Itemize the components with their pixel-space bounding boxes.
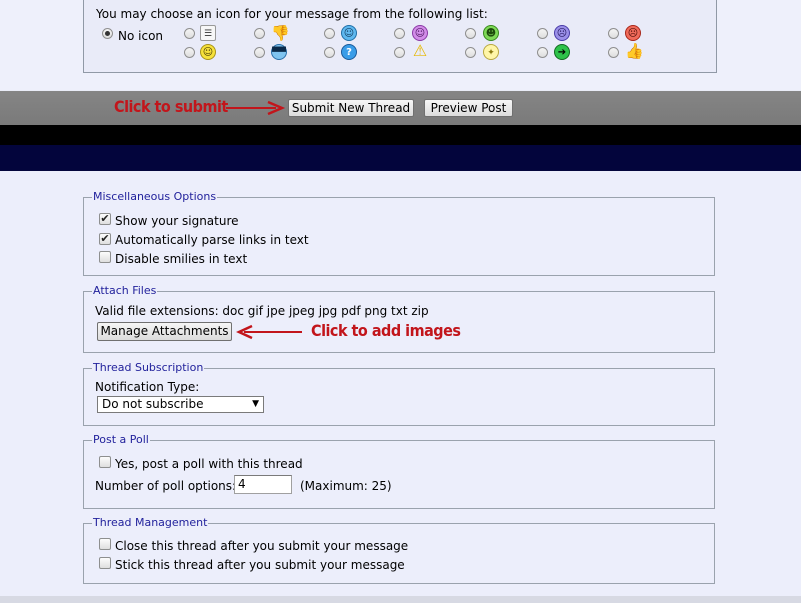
- submit-annotation: Click to submit: [114, 97, 228, 116]
- thumbs-up-icon: 👍: [625, 42, 644, 60]
- icon-radio-smile[interactable]: [184, 47, 195, 58]
- icon-prompt: You may choose an icon for your message …: [96, 7, 488, 21]
- post-poll-fieldset: [83, 440, 715, 509]
- tongue-smiley-icon: ☺: [412, 25, 428, 41]
- smile-icon: ☺: [200, 44, 216, 60]
- grin-smiley-icon: ☻: [483, 25, 499, 41]
- submit-arrow-icon: [226, 100, 286, 116]
- black-band: [0, 125, 801, 145]
- icon-radio-thumbs-down[interactable]: [254, 28, 265, 39]
- file-extensions-text: Valid file extensions: doc gif jpe jpeg …: [95, 304, 429, 318]
- arrow-right-icon: ➔: [554, 44, 570, 60]
- lightbulb-icon: ✦: [483, 44, 499, 60]
- icon-radio-tongue[interactable]: [394, 28, 405, 39]
- icon-radio-question[interactable]: [324, 47, 335, 58]
- icon-radio-cool[interactable]: [324, 28, 335, 39]
- poll-options-input[interactable]: 4: [234, 475, 292, 494]
- no-icon-label: No icon: [118, 29, 164, 43]
- icon-radio-post[interactable]: [184, 28, 195, 39]
- show-signature-checkbox[interactable]: ✔: [99, 213, 111, 225]
- close-thread-label: Close this thread after you submit your …: [115, 539, 409, 553]
- post-poll-label: Yes, post a poll with this thread: [115, 457, 303, 471]
- icon-radio-thumbs-up[interactable]: [608, 47, 619, 58]
- post-poll-checkbox[interactable]: [99, 456, 111, 468]
- icon-radio-exclamation[interactable]: [394, 47, 405, 58]
- angry-smiley-icon: ☹: [625, 25, 641, 41]
- icon-radio-arrow[interactable]: [537, 47, 548, 58]
- attach-files-legend: Attach Files: [92, 284, 158, 297]
- icon-radio-sad[interactable]: [537, 28, 548, 39]
- icon-radio-angry[interactable]: [608, 28, 619, 39]
- disable-smilies-checkbox[interactable]: [99, 251, 111, 263]
- chevron-down-icon: ▼: [252, 399, 259, 409]
- notification-type-label: Notification Type:: [95, 380, 200, 394]
- stick-thread-label: Stick this thread after you submit your …: [115, 558, 405, 572]
- question-icon: ?: [341, 44, 357, 60]
- misc-options-legend: Miscellaneous Options: [92, 190, 218, 203]
- icon-radio-sunglasses[interactable]: [254, 47, 265, 58]
- poll-maximum-text: (Maximum: 25): [300, 479, 392, 493]
- thread-management-fieldset: [83, 523, 715, 584]
- disable-smilies-label: Disable smilies in text: [115, 252, 248, 266]
- no-icon-radio[interactable]: [102, 28, 113, 39]
- attach-arrow-icon: [236, 324, 302, 340]
- icon-radio-grin[interactable]: [465, 28, 476, 39]
- post-poll-legend: Post a Poll: [92, 433, 150, 446]
- parse-links-checkbox[interactable]: ✔: [99, 233, 111, 245]
- thread-management-legend: Thread Management: [92, 516, 209, 529]
- show-signature-label: Show your signature: [115, 214, 239, 228]
- sunglasses-icon: ▀▀: [271, 44, 287, 60]
- attach-annotation: Click to add images: [311, 321, 461, 340]
- sad-smiley-icon: ☹: [554, 25, 570, 41]
- notification-type-select[interactable]: Do not subscribe ▼: [97, 396, 264, 413]
- exclamation-icon: ⚠: [412, 41, 428, 60]
- bottom-strip: [0, 596, 801, 603]
- manage-attachments-button[interactable]: Manage Attachments: [97, 322, 232, 341]
- submit-new-thread-button[interactable]: Submit New Thread: [288, 99, 414, 117]
- thread-subscription-legend: Thread Subscription: [92, 361, 205, 374]
- poll-options-label: Number of poll options:: [95, 479, 237, 493]
- notification-type-value: Do not subscribe: [102, 397, 204, 411]
- close-thread-checkbox[interactable]: [99, 538, 111, 550]
- icon-radio-lightbulb[interactable]: [465, 47, 476, 58]
- parse-links-label: Automatically parse links in text: [115, 233, 309, 247]
- navy-band: [0, 145, 801, 171]
- stick-thread-checkbox[interactable]: [99, 557, 111, 569]
- preview-post-button[interactable]: Preview Post: [424, 99, 513, 117]
- thumbs-down-icon: 👎: [271, 24, 290, 42]
- post-icon: ☰: [200, 25, 216, 41]
- cool-smiley-icon: ☺: [341, 25, 357, 41]
